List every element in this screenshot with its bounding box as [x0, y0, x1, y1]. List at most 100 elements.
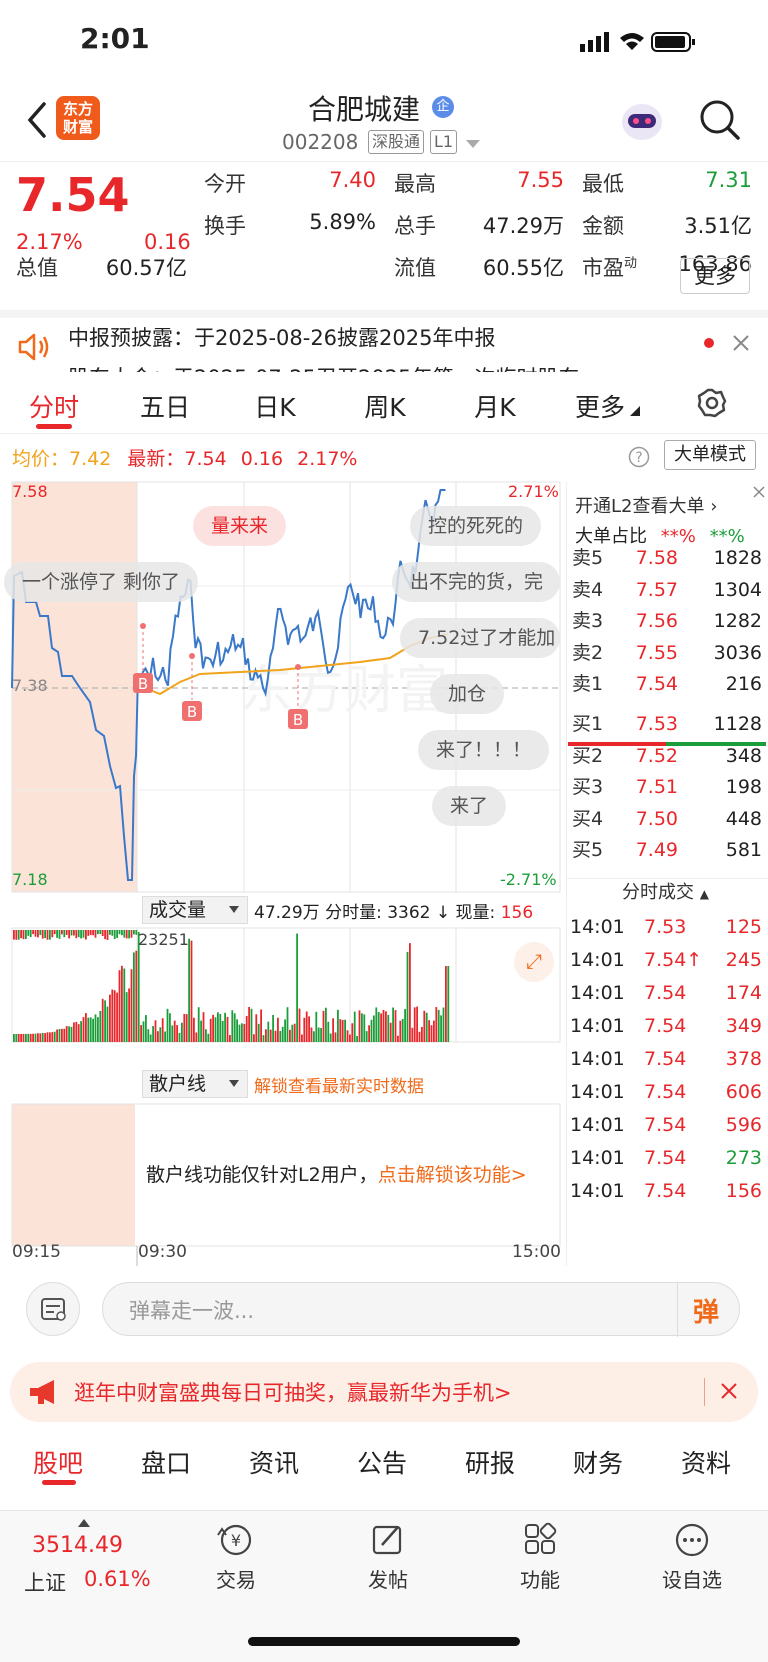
volume-bar [313, 1031, 315, 1042]
danmu-bubble[interactable]: 来了！！！ [418, 730, 550, 770]
ask-row[interactable]: 卖1 7.54 216 [572, 668, 762, 701]
more-button[interactable]: 更多 [680, 258, 750, 294]
settings-icon[interactable] [697, 388, 727, 418]
volume-bar [68, 930, 70, 939]
volume-bar [29, 1033, 32, 1042]
tick-row[interactable]: 14:01 7.54↑ 245 [570, 943, 762, 978]
tick-price: 7.54 [644, 1081, 687, 1103]
index-ticker[interactable]: 3514.49 上证 0.61% [16, 1519, 156, 1599]
tick-row[interactable]: 14:01 7.54 174 [570, 976, 762, 1011]
volume-bar [116, 930, 118, 938]
ask-row[interactable]: 卖2 7.55 3036 [572, 637, 762, 670]
tick-row[interactable]: 14:01 7.54 349 [570, 1009, 762, 1044]
big-order-mode-button[interactable]: 大单模式 [664, 440, 756, 470]
volume-bar [214, 1017, 217, 1042]
retail-unlock-link[interactable]: 解锁查看最新实时数据 [254, 1072, 424, 1097]
tab-day-k[interactable]: 日K [240, 388, 310, 424]
expand-icon[interactable]: ⤢ [514, 942, 554, 982]
volume-selector[interactable]: 成交量 [142, 896, 248, 924]
promo-banner[interactable]: 逛年中财富盛典每日可抽奖，赢最新华为手机> [10, 1362, 758, 1422]
bid-volume: 581 [725, 839, 762, 861]
l2-upsell-link[interactable]: 开通L2查看大单 › [575, 492, 717, 518]
ask-price: 7.54 [635, 673, 678, 695]
danmu-bubble[interactable]: 加仓 [430, 674, 505, 714]
nav-function[interactable]: 功能 [480, 1521, 600, 1593]
tab-month-k[interactable]: 月K [460, 388, 530, 424]
retail-line-selector[interactable]: 散户线 [142, 1070, 248, 1098]
bid-row[interactable]: 买4 7.50 448 [572, 803, 762, 836]
volume-bar [380, 1013, 382, 1042]
buy-marker-label-1: B [138, 675, 148, 693]
back-icon[interactable] [24, 100, 48, 140]
danmu-bubble[interactable]: 一个涨停了 剩你了 [4, 562, 199, 602]
danmu-bubble[interactable]: 7.52过了才能加 [400, 618, 560, 658]
danmu-bubble[interactable]: 来了 [432, 786, 507, 826]
bid-row[interactable]: 买3 7.51 198 [572, 771, 762, 804]
close-icon[interactable] [751, 484, 767, 500]
volume-bar [325, 1007, 327, 1042]
ticks-title[interactable]: 分时成交 ▲ [622, 878, 709, 904]
tab-pankou[interactable]: 盘口 [128, 1444, 204, 1480]
tick-time: 14:01 [570, 1015, 625, 1037]
tab-guba[interactable]: 股吧 [20, 1444, 96, 1480]
ask-row[interactable]: 卖4 7.57 1304 [572, 574, 762, 607]
ask-price: 7.57 [635, 578, 678, 601]
nav-trade[interactable]: ¥ 交易 [176, 1521, 296, 1593]
tab-news[interactable]: 资讯 [236, 1444, 312, 1480]
tick-time: 14:01 [570, 1081, 625, 1103]
volume-bar [411, 1027, 414, 1042]
tick-row[interactable]: 14:01 7.54 156 [570, 1174, 762, 1209]
chevron-down-icon[interactable] [466, 140, 480, 150]
tab-profile[interactable]: 资料 [668, 1444, 744, 1480]
nav-post[interactable]: 发帖 [328, 1521, 448, 1593]
tab-five-day[interactable]: 五日 [130, 388, 200, 424]
tab-more[interactable]: 更多 [565, 388, 635, 424]
volume-bar [109, 994, 111, 1042]
tick-row[interactable]: 14:01 7.53 125 [570, 910, 762, 945]
volume-bar [82, 1017, 85, 1042]
nav-add-watchlist[interactable]: 设自选 [632, 1521, 752, 1593]
tab-week-k[interactable]: 周K [350, 388, 420, 424]
bid-row[interactable]: 买5 7.49 581 [572, 834, 762, 867]
app-logo-line2: 财富 [62, 118, 93, 136]
tick-row[interactable]: 14:01 7.54 606 [570, 1075, 762, 1110]
tab-announcements[interactable]: 公告 [344, 1444, 420, 1480]
bid-row[interactable]: 买1 7.53 1128 [572, 708, 762, 741]
search-icon[interactable] [698, 98, 742, 142]
app-logo[interactable]: 东方 财富 [56, 96, 100, 140]
send-danmu-button[interactable]: 弹 [693, 1292, 719, 1329]
volume-bar [363, 1014, 366, 1042]
tick-row[interactable]: 14:01 7.54 273 [570, 1141, 762, 1176]
ask-row[interactable]: 卖3 7.56 1282 [572, 605, 762, 638]
close-icon[interactable] [720, 1382, 738, 1400]
volume-bar [281, 1026, 284, 1042]
danmu-bubble[interactable]: 控的死死的 [410, 506, 542, 546]
volume-bar [17, 930, 20, 940]
tick-row[interactable]: 14:01 7.54 378 [570, 1042, 762, 1077]
tick-time: 14:01 [570, 1048, 625, 1070]
danmu-bubble[interactable]: 出不完的货，完 [392, 562, 560, 602]
ask-price: 7.55 [635, 641, 678, 664]
tab-research[interactable]: 研报 [452, 1444, 528, 1480]
volume-bar [260, 1009, 262, 1042]
retail-unlock-button[interactable]: 点击解锁该功能> [378, 1164, 527, 1186]
close-icon[interactable] [732, 334, 750, 352]
volume-selector-label: 成交量 [149, 899, 207, 921]
tick-row[interactable]: 14:01 7.54 596 [570, 1108, 762, 1143]
danmu-settings-button[interactable] [26, 1282, 80, 1336]
notice-banner[interactable]: 中报预披露：于2025-08-26披露2025年中报 股东大会：于2025-07… [0, 310, 768, 372]
buy-marker-label-2: B [187, 703, 197, 721]
robot-assistant-icon[interactable] [618, 98, 666, 142]
buy-marker-2[interactable]: B [182, 653, 202, 721]
price-mid-label: 7.38 [12, 676, 48, 695]
danmu-input[interactable]: 弹幕走一波... 弹 [102, 1282, 740, 1337]
ask-row[interactable]: 卖5 7.58 1828 [572, 542, 762, 575]
fenshi-label: 分时量: [325, 903, 382, 923]
help-icon[interactable]: ? [628, 446, 650, 468]
tab-fenshi[interactable]: 分时 [22, 388, 86, 424]
tab-finance[interactable]: 财务 [560, 1444, 636, 1480]
danmu-bubble[interactable]: 量来来 [193, 506, 287, 546]
volume-bar [341, 1019, 344, 1042]
volume-bar [320, 1028, 322, 1042]
volume-bar [140, 1025, 142, 1042]
